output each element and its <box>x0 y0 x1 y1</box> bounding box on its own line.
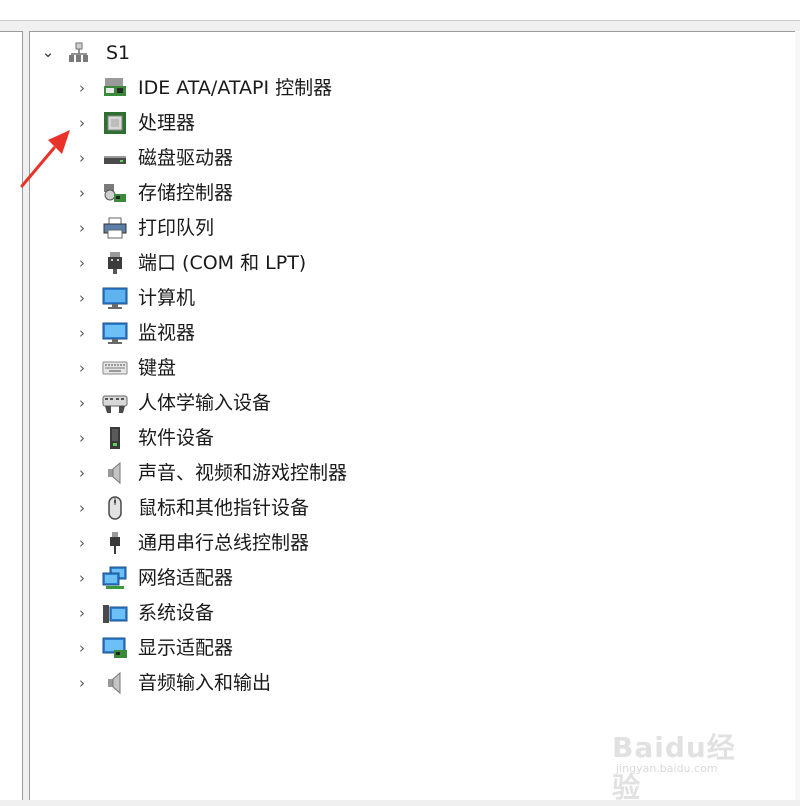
tree-item-software-devices[interactable]: › 软件设备 <box>30 423 750 453</box>
tree-item-sound-video-game[interactable]: › 声音、视频和游戏控制器 <box>30 458 750 488</box>
tree-item-storage-controllers[interactable]: › 存储控制器 <box>30 178 750 208</box>
software-device-icon <box>110 427 120 449</box>
item-label: 计算机 <box>138 287 196 309</box>
tree-item-disk-drives[interactable]: › 磁盘驱动器 <box>30 143 750 173</box>
chevron-right-icon[interactable]: › <box>74 675 90 691</box>
chevron-right-icon[interactable]: › <box>74 80 90 96</box>
tree-item-usb-controllers[interactable]: › 通用串行总线控制器 <box>30 528 750 558</box>
keyboard-icon <box>102 361 128 375</box>
tree-item-monitors[interactable]: › 监视器 <box>30 318 750 348</box>
item-label: 端口 (COM 和 LPT) <box>138 252 307 274</box>
computer-network-icon <box>69 42 88 62</box>
item-label: 软件设备 <box>138 427 215 449</box>
chevron-right-icon[interactable]: › <box>74 640 90 656</box>
item-label: 鼠标和其他指针设备 <box>138 497 310 519</box>
item-label: 键盘 <box>138 357 177 379</box>
divider <box>0 20 800 21</box>
monitor-icon <box>102 322 128 344</box>
port-connector-icon <box>108 252 122 274</box>
item-label: 声音、视频和游戏控制器 <box>138 462 348 484</box>
right-edge <box>795 31 800 800</box>
item-label: 音频输入和输出 <box>138 672 272 694</box>
tree-item-print-queues[interactable]: › 打印队列 <box>30 213 750 243</box>
tree-item-hid[interactable]: › 人体学输入设备 <box>30 388 750 418</box>
tree-item-system-devices[interactable]: › 系统设备 <box>30 598 750 628</box>
tree-item-audio-io[interactable]: › 音频输入和输出 <box>30 668 750 698</box>
chevron-right-icon[interactable]: › <box>74 605 90 621</box>
item-label: 磁盘驱动器 <box>138 147 234 169</box>
watermark: Baidu经验 jingyan.baidu.com <box>612 712 762 804</box>
annotation-arrow-icon <box>20 130 70 188</box>
speaker-icon <box>108 461 121 485</box>
tree-item-ide-controllers[interactable]: › IDE ATA/ATAPI 控制器 <box>30 73 750 103</box>
watermark-url: jingyan.baidu.com <box>616 762 718 775</box>
processor-chip-icon <box>104 112 126 134</box>
disk-drive-icon <box>104 156 126 164</box>
item-label: 通用串行总线控制器 <box>138 532 310 554</box>
audio-speaker-icon <box>108 671 121 695</box>
ide-controller-icon <box>104 78 126 96</box>
item-label: 处理器 <box>138 112 196 134</box>
window-top-area <box>0 0 800 20</box>
usb-plug-icon <box>110 532 120 554</box>
item-label: 存储控制器 <box>138 182 234 204</box>
item-label: 系统设备 <box>138 602 215 624</box>
device-tree: ⌄ S1 › IDE ATA/ATAPI 控制器 › 处理器 › 磁盘驱动器 ›… <box>29 31 795 800</box>
printer-icon <box>103 217 127 239</box>
network-adapter-icon <box>102 566 127 589</box>
item-label: 网络适配器 <box>138 567 234 589</box>
tree-item-display-adapters[interactable]: › 显示适配器 <box>30 633 750 663</box>
chevron-down-icon[interactable]: ⌄ <box>40 44 56 60</box>
item-label: 监视器 <box>138 322 196 344</box>
item-label: 打印队列 <box>138 217 215 239</box>
mouse-icon <box>108 496 122 520</box>
chevron-right-icon[interactable]: › <box>74 570 90 586</box>
root-label: S1 <box>106 42 131 64</box>
chevron-right-icon[interactable]: › <box>74 360 90 376</box>
chevron-right-icon[interactable]: › <box>74 500 90 516</box>
chevron-right-icon[interactable]: › <box>74 430 90 446</box>
tree-item-keyboards[interactable]: › 键盘 <box>30 353 750 383</box>
item-label: 人体学输入设备 <box>138 392 272 414</box>
item-label: 显示适配器 <box>138 637 234 659</box>
tree-item-network-adapters[interactable]: › 网络适配器 <box>30 563 750 593</box>
chevron-right-icon[interactable]: › <box>74 220 90 236</box>
tree-item-ports[interactable]: › 端口 (COM 和 LPT) <box>30 248 750 278</box>
item-label: IDE ATA/ATAPI 控制器 <box>138 77 333 99</box>
tree-root-s1[interactable]: ⌄ S1 <box>30 40 730 66</box>
system-device-icon <box>103 605 128 623</box>
chevron-right-icon[interactable]: › <box>74 255 90 271</box>
chevron-right-icon[interactable]: › <box>74 465 90 481</box>
chevron-right-icon[interactable]: › <box>74 290 90 306</box>
chevron-right-icon[interactable]: › <box>74 395 90 411</box>
chevron-right-icon[interactable]: › <box>74 535 90 551</box>
tree-item-computer[interactable]: › 计算机 <box>30 283 750 313</box>
computer-monitor-icon <box>102 287 128 309</box>
hid-gamepad-icon <box>102 395 128 413</box>
tree-item-mice[interactable]: › 鼠标和其他指针设备 <box>30 493 750 523</box>
storage-controller-icon <box>104 184 126 202</box>
tree-item-processors[interactable]: › 处理器 <box>30 108 750 138</box>
display-adapter-icon <box>102 637 127 658</box>
chevron-right-icon[interactable]: › <box>74 325 90 341</box>
